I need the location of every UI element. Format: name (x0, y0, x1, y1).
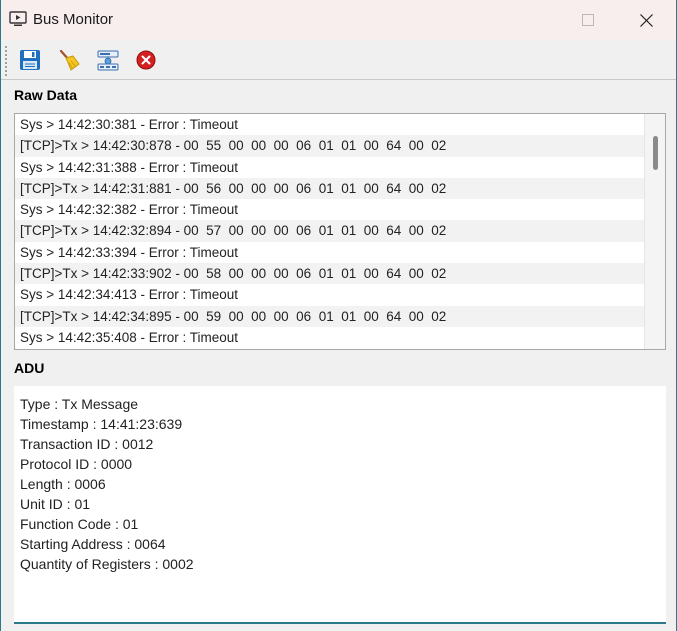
raw-data-list[interactable]: Sys > 14:42:30:381 - Error : Timeout [TC… (14, 113, 666, 350)
adu-starting-address: Starting Address : 0064 (20, 536, 166, 552)
list-item[interactable]: Sys > 14:42:35:408 - Error : Timeout (15, 327, 645, 348)
stop-icon (136, 50, 156, 70)
raw-data-rows: Sys > 14:42:30:381 - Error : Timeout [TC… (15, 114, 645, 348)
monitor-play-icon (9, 11, 27, 27)
network-icon (97, 50, 119, 71)
connection-button[interactable] (95, 47, 121, 73)
close-icon (639, 13, 653, 27)
adu-timestamp: Timestamp : 14:41:23:639 (20, 416, 183, 432)
window-title: Bus Monitor (33, 11, 114, 28)
maximize-icon (582, 14, 594, 26)
list-item[interactable]: [TCP]>Tx > 14:42:33:902 - 00 58 00 00 00… (15, 263, 645, 285)
close-button[interactable] (623, 0, 669, 40)
list-item[interactable]: Sys > 14:42:33:394 - Error : Timeout (15, 242, 645, 263)
list-item[interactable]: Sys > 14:42:30:381 - Error : Timeout (15, 114, 645, 135)
adu-function-code: Function Code : 01 (20, 516, 139, 532)
list-item[interactable]: Sys > 14:42:34:413 - Error : Timeout (15, 284, 645, 305)
stop-button[interactable] (133, 47, 159, 73)
adu-transaction-id: Transaction ID : 0012 (20, 436, 154, 452)
save-button[interactable] (17, 47, 43, 73)
adu-type: Type : Tx Message (20, 396, 139, 412)
minimize-button[interactable] (509, 0, 555, 40)
bus-monitor-window: Bus Monitor Raw Data Sys > 14:42:30:381 … (0, 0, 677, 631)
adu-panel: Type : Tx Message Timestamp : 14:41:23:6… (14, 386, 666, 624)
list-item[interactable]: [TCP]>Tx > 14:42:31:881 - 00 56 00 00 00… (15, 177, 645, 200)
raw-data-label: Raw Data (14, 87, 78, 103)
toolbar-grip[interactable] (5, 46, 7, 76)
adu-unit-id: Unit ID : 01 (20, 496, 91, 512)
list-item[interactable]: [TCP]>Tx > 14:42:34:895 - 00 59 00 00 00… (15, 305, 645, 327)
floppy-disk-icon (20, 50, 40, 70)
adu-quantity-of-registers: Quantity of Registers : 0002 (20, 556, 194, 572)
list-item[interactable]: Sys > 14:42:31:388 - Error : Timeout (15, 157, 645, 178)
broom-icon (59, 49, 80, 71)
title-bar[interactable]: Bus Monitor (1, 0, 676, 40)
clear-button[interactable] (56, 47, 82, 73)
toolbar (1, 40, 676, 80)
adu-length: Length : 0006 (20, 476, 106, 492)
list-item[interactable]: [TCP]>Tx > 14:42:32:894 - 00 57 00 00 00… (15, 220, 645, 242)
minimize-icon (526, 14, 538, 26)
scrollbar-thumb[interactable] (653, 136, 658, 170)
adu-protocol-id: Protocol ID : 0000 (20, 456, 133, 472)
list-item[interactable]: Sys > 14:42:32:382 - Error : Timeout (15, 199, 645, 220)
adu-details: Type : Tx Message Timestamp : 14:41:23:6… (20, 394, 194, 574)
maximize-button[interactable] (565, 0, 611, 40)
vertical-scrollbar[interactable] (644, 114, 665, 349)
list-item[interactable]: [TCP]>Tx > 14:42:30:878 - 00 55 00 00 00… (15, 135, 645, 157)
adu-label: ADU (14, 360, 45, 376)
